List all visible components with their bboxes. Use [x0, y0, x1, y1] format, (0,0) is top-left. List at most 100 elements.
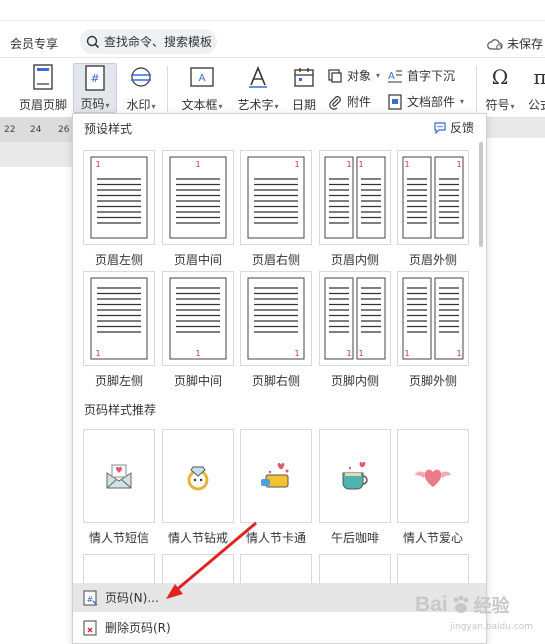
chevron-down-icon: ▾	[218, 102, 223, 111]
page-number-glyph: 1	[95, 349, 100, 358]
style-thumbnail: 11	[397, 271, 469, 366]
date-label: 日期	[291, 98, 316, 112]
header-footer-button[interactable]: 页眉页脚	[16, 62, 70, 113]
page-preview-icon: 1	[169, 277, 227, 360]
calendar-icon	[294, 68, 314, 87]
footer-style-option[interactable]: 1 页脚左侧	[83, 271, 155, 389]
recommended-style-option[interactable]: 午后咖啡	[319, 429, 391, 546]
footer-style-option[interactable]: 1 1 页脚内侧	[319, 271, 391, 389]
dropcap-label: 首字下沉	[407, 69, 456, 83]
textbox-button[interactable]: A 文本框▾	[176, 62, 228, 113]
chevron-down-icon: ▾	[510, 102, 515, 111]
header-footer-label: 页眉页脚	[18, 98, 67, 112]
recommended-style-option[interactable]	[319, 554, 391, 584]
recommended-style-option[interactable]	[240, 554, 312, 584]
page-preview-icon: 11	[324, 277, 386, 360]
ruler-tick: 26	[58, 125, 70, 135]
style-label: 页脚中间	[173, 374, 222, 388]
object-button[interactable]: 对象 ▾	[327, 67, 380, 84]
recommended-style-label: 情人节短信	[88, 531, 149, 545]
page-number-dropdown: 预设样式 反馈 1 页眉左侧 1 页眉中间 1 页眉右侧 1 1 页眉内侧 1 1 页眉外侧 1 页脚左…	[72, 113, 487, 644]
style-thumbnail: 1	[83, 150, 155, 245]
page-number-label: 页码	[80, 97, 105, 111]
object-label: 对象	[347, 69, 372, 83]
style-thumbnail: 1	[162, 271, 234, 366]
panel-scrollbar[interactable]	[479, 142, 483, 247]
feedback-button[interactable]: 反馈	[433, 119, 474, 136]
delete-page-number-menu-item[interactable]: 删除页码(R)	[73, 613, 486, 642]
page-number-icon: #	[85, 64, 105, 91]
symbol-label: 符号	[485, 98, 510, 112]
footer-style-option[interactable]: 1 1 页脚外侧	[397, 271, 469, 389]
page-number-glyph: 1	[346, 160, 351, 169]
style-label: 页脚右侧	[251, 374, 300, 388]
chevron-down-icon: ▾	[460, 97, 465, 106]
wordart-button[interactable]: 艺术字▾	[232, 62, 284, 113]
search-icon	[86, 35, 100, 48]
formula-label: 公式	[528, 98, 545, 112]
recommended-style-option[interactable]	[162, 554, 234, 584]
page-number-glyph: 1	[456, 349, 461, 358]
document-canvas	[487, 118, 545, 644]
style-thumbnail: 1	[162, 150, 234, 245]
paperclip-icon	[329, 95, 341, 110]
page-number-settings-icon: #	[83, 589, 98, 606]
svg-text:Ω: Ω	[492, 66, 509, 88]
page-number-glyph: 1	[294, 349, 299, 358]
header-style-option[interactable]: 1 页眉中间	[162, 150, 234, 268]
style-thumbnail: 11	[319, 271, 391, 366]
document-page[interactable]	[0, 167, 72, 644]
watermark-icon	[131, 67, 151, 87]
recommended-style-option[interactable]	[397, 554, 469, 584]
doc-parts-label: 文档部件	[407, 95, 456, 109]
page-number-glyph: 1	[95, 160, 100, 169]
style-label: 页眉外侧	[408, 253, 457, 267]
vip-label[interactable]: 会员专享	[10, 35, 58, 52]
doc-parts-button[interactable]: 文档部件 ▾	[387, 93, 464, 110]
recommended-style-option[interactable]: 情人节钻戒	[162, 429, 234, 546]
date-button[interactable]: 日期	[289, 62, 319, 113]
titlebar-divider	[0, 20, 545, 21]
unsaved-status[interactable]: 未保存	[487, 35, 543, 52]
page-preview-icon: 1	[169, 156, 227, 239]
footer-style-option[interactable]: 1 页脚右侧	[240, 271, 312, 389]
header-style-option[interactable]: 1 页眉右侧	[240, 150, 312, 268]
svg-text:A: A	[388, 71, 395, 82]
formula-button[interactable]: π 公式	[528, 62, 545, 113]
recommended-style-option[interactable]: 情人节卡通	[240, 429, 312, 546]
search-input[interactable]: 查找命令、搜索模板	[80, 29, 217, 54]
document-canvas	[0, 142, 72, 644]
chevron-down-icon: ▾	[151, 102, 156, 111]
watermark-button[interactable]: 水印▾	[121, 62, 161, 113]
attachment-button[interactable]: 附件	[327, 93, 371, 110]
symbol-button[interactable]: Ω 符号▾	[482, 62, 518, 113]
style-thumbnail: 1	[83, 271, 155, 366]
cartoon-cake-icon	[240, 429, 312, 523]
recommended-style-label: 午后咖啡	[330, 531, 379, 545]
page-number-button[interactable]: # 页码▾	[73, 63, 117, 113]
dropcap-button[interactable]: A 首字下沉	[387, 67, 455, 84]
page-number-glyph: 1	[456, 160, 461, 169]
cloud-icon	[487, 38, 503, 50]
wordart-icon	[249, 65, 267, 88]
page-number-menu-item[interactable]: # 页码(N)...	[73, 583, 486, 612]
recommended-style-option[interactable]: 情人节短信	[83, 429, 155, 546]
page-number-glyph: 1	[195, 160, 200, 169]
page-number-glyph: 1	[358, 160, 363, 169]
chevron-down-icon: ▾	[105, 101, 110, 110]
page-preview-icon: 11	[324, 156, 386, 239]
style-label: 页脚内侧	[330, 374, 379, 388]
recommended-style-option[interactable]: 情人节爱心	[397, 429, 469, 546]
document-page[interactable]	[487, 138, 545, 644]
textbox-label: 文本框	[181, 98, 218, 112]
style-thumbnail: 11	[319, 150, 391, 245]
header-style-option[interactable]: 1 页眉左侧	[83, 150, 155, 268]
style-label: 页眉左侧	[94, 253, 143, 267]
page-number-glyph: 1	[294, 160, 299, 169]
top-bar: 会员专享 查找命令、搜索模板 未保存	[0, 0, 545, 58]
header-style-option[interactable]: 1 1 页眉内侧	[319, 150, 391, 268]
header-style-option[interactable]: 1 1 页眉外侧	[397, 150, 469, 268]
page-preview-icon: 1	[90, 277, 148, 360]
footer-style-option[interactable]: 1 页脚中间	[162, 271, 234, 389]
recommended-style-option[interactable]	[83, 554, 155, 584]
